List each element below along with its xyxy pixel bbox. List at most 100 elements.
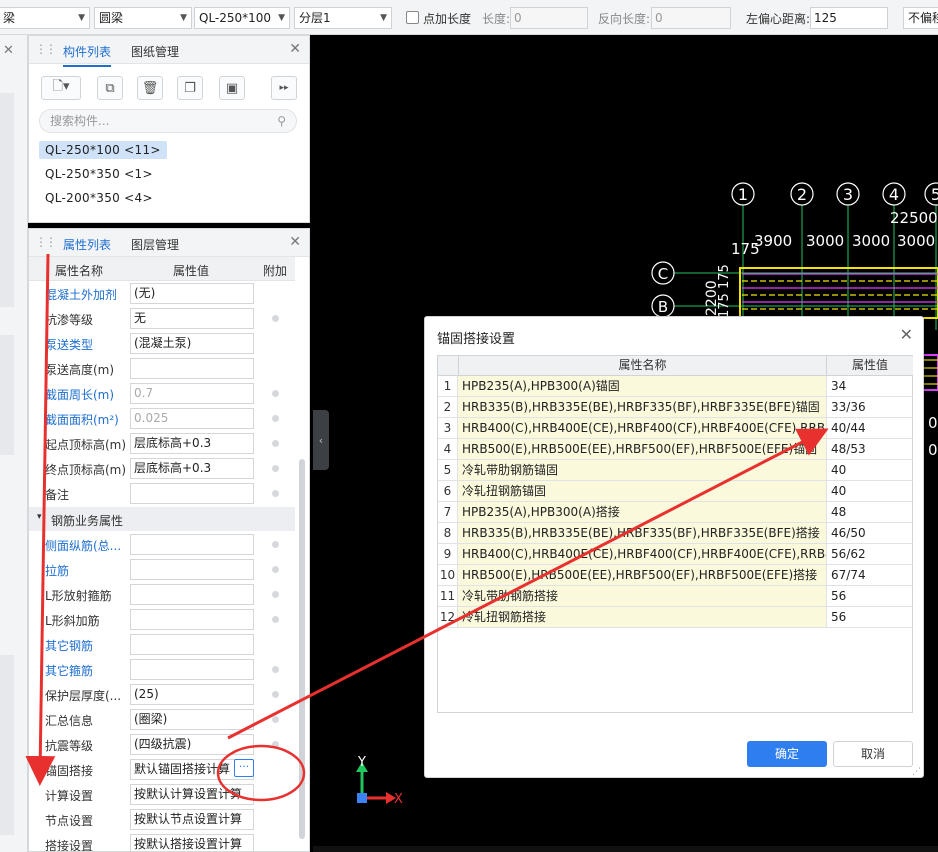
row-value[interactable]: 67/74 — [827, 565, 913, 586]
extra-radio[interactable] — [272, 390, 279, 397]
cancel-button[interactable]: 取消 — [833, 741, 913, 767]
property-row[interactable]: 抗渗等级 无 — [29, 306, 295, 331]
property-row[interactable]: 混凝土外加剂 (无) — [29, 281, 295, 306]
row-value[interactable]: 34 — [827, 376, 913, 397]
tab-layer-management[interactable]: 图层管理 — [131, 236, 179, 253]
property-row[interactable]: 其它箍筋 — [29, 657, 295, 682]
left-offset-input[interactable]: 125 — [810, 7, 888, 29]
property-row[interactable]: 节点设置 按默认节点设置计算 — [29, 807, 295, 832]
extra-radio[interactable] — [272, 465, 279, 472]
close-icon[interactable]: ✕ — [3, 43, 14, 58]
property-row[interactable]: L形放射箍筋 — [29, 582, 295, 607]
property-value-input[interactable]: (圈梁) — [130, 709, 254, 730]
property-row[interactable]: 其它钢筋 — [29, 632, 295, 657]
close-icon[interactable]: ✕ — [900, 325, 913, 344]
property-row[interactable]: 终点顶标高(m) 层底标高+0.3 — [29, 456, 295, 481]
new-component-button[interactable]: 🗋▾ — [41, 76, 81, 100]
property-row[interactable]: L形斜加筋 — [29, 607, 295, 632]
delete-button[interactable]: 🗑 — [137, 76, 163, 100]
property-value-input[interactable] — [130, 584, 254, 605]
row-value[interactable]: 48 — [827, 502, 913, 523]
type-select[interactable]: 梁 ▼ — [0, 7, 90, 29]
row-value[interactable]: 40 — [827, 481, 913, 502]
property-value-input[interactable]: 按默认搭接设置计算 — [130, 834, 254, 851]
property-row[interactable]: 锚固搭接 默认锚固搭接计算 — [29, 757, 295, 782]
more-button[interactable]: ▸▸ — [271, 76, 297, 100]
property-value-input[interactable] — [130, 609, 254, 630]
anchor-table-row[interactable]: 6 冷轧扭钢筋锚固 40 — [438, 481, 914, 502]
row-value[interactable]: 40 — [827, 460, 913, 481]
property-value-input[interactable] — [130, 659, 254, 680]
anchor-table-row[interactable]: 4 HRB500(E),HRB500E(EE),HRBF500(EF),HRBF5… — [438, 439, 914, 460]
property-row[interactable]: 搭接设置 按默认搭接设置计算 — [29, 832, 295, 851]
property-row[interactable]: 计算设置 按默认计算设置计算 — [29, 782, 295, 807]
anchor-table-row[interactable]: 3 HRB400(C),HRB400E(CE),HRBF400(CF),HRBF4… — [438, 418, 914, 439]
anchor-table-row[interactable]: 5 冷轧带肋钢筋锚固 40 — [438, 460, 914, 481]
collapse-panel-button[interactable]: ‹ — [313, 410, 329, 470]
property-value-input[interactable]: 层底标高+0.3 — [130, 433, 254, 454]
extra-radio[interactable] — [272, 415, 279, 422]
property-row[interactable]: 起点顶标高(m) 层底标高+0.3 — [29, 431, 295, 456]
property-value-input[interactable]: (无) — [130, 283, 254, 304]
extra-radio[interactable] — [272, 541, 279, 548]
property-value-input[interactable]: 0.7 — [130, 383, 254, 404]
resize-grip-icon[interactable]: ⋰ — [912, 767, 921, 777]
duplicate-layer-button[interactable]: ❐ — [177, 76, 203, 100]
property-value-input[interactable] — [130, 634, 254, 655]
anchor-table-row[interactable]: 2 HRB335(B),HRB335E(BE),HRBF335(BF),HRBF3… — [438, 397, 914, 418]
member-select[interactable]: QL-250*100 ▼ — [194, 7, 290, 29]
row-value[interactable]: 46/50 — [827, 523, 913, 544]
property-row[interactable]: 抗震等级 (四级抗震) — [29, 732, 295, 757]
anchor-table-row[interactable]: 1 HPB235(A),HPB300(A)锚固 34 — [438, 376, 914, 397]
extra-radio[interactable] — [272, 616, 279, 623]
extra-radio[interactable] — [272, 691, 279, 698]
anchor-table-row[interactable]: 9 HRB400(C),HRB400E(CE),HRBF400(CF),HRBF4… — [438, 544, 914, 565]
layer-select[interactable]: 分层1 ▼ — [294, 7, 392, 29]
property-row[interactable]: 汇总信息 (圈梁) — [29, 707, 295, 732]
anchor-table-row[interactable]: 7 HPB235(A),HPB300(A)搭接 48 — [438, 502, 914, 523]
property-value-input[interactable]: 无 — [130, 308, 254, 329]
reverse-length-input[interactable]: 0 — [651, 7, 731, 29]
component-item[interactable]: QL-250*350 <1> — [39, 165, 159, 183]
row-value[interactable]: 56/62 — [827, 544, 913, 565]
extra-radio[interactable] — [272, 591, 279, 598]
property-row[interactable]: 保护层厚度(... (25) — [29, 682, 295, 707]
search-input[interactable]: 搜索构件... ⚲ — [39, 109, 297, 133]
property-value-input[interactable]: 按默认节点设置计算 — [130, 809, 254, 830]
row-value[interactable]: 48/53 — [827, 439, 913, 460]
anchor-table-row[interactable]: 8 HRB335(B),HRB335E(BE),HRBF335(BF),HRBF3… — [438, 523, 914, 544]
scrollbar[interactable] — [299, 459, 305, 839]
ok-button[interactable]: 确定 — [747, 741, 827, 767]
property-value-input[interactable]: (四级抗震) — [130, 734, 254, 755]
component-item[interactable]: QL-250*100 <11> — [39, 141, 167, 159]
property-row[interactable]: 泵送高度(m) — [29, 356, 295, 381]
point-length-checkbox[interactable] — [406, 11, 419, 24]
anchor-table-row[interactable]: 10 HRB500(E),HRB500E(EE),HRBF500(EF),HRBF… — [438, 565, 914, 586]
row-value[interactable]: 40/44 — [827, 418, 913, 439]
length-input[interactable]: 0 — [510, 7, 588, 29]
tab-property-list[interactable]: 属性列表 — [63, 236, 112, 260]
row-value[interactable]: 56 — [827, 607, 913, 628]
property-value-input[interactable]: 0.025 — [130, 408, 254, 429]
property-row[interactable]: 泵送类型 (混凝土泵) — [29, 331, 295, 356]
subtype-select[interactable]: 圆梁 ▼ — [94, 7, 192, 29]
component-item[interactable]: QL-200*350 <4> — [39, 189, 159, 207]
close-icon[interactable]: ✕ — [289, 234, 301, 250]
property-row[interactable]: 拉筋 — [29, 557, 295, 582]
row-value[interactable]: 33/36 — [827, 397, 913, 418]
copy-button[interactable]: ⧉ — [97, 76, 123, 100]
property-value-input[interactable]: (25) — [130, 684, 254, 705]
extra-radio[interactable] — [272, 440, 279, 447]
save-button[interactable]: ▣ — [219, 76, 245, 100]
property-row[interactable]: 备注 — [29, 481, 295, 506]
property-value-input[interactable] — [130, 534, 254, 555]
tab-drawing-management[interactable]: 图纸管理 — [131, 43, 179, 60]
extra-radio[interactable] — [272, 666, 279, 673]
extra-radio[interactable] — [272, 315, 279, 322]
rebar-group-header[interactable]: ▾ 钢筋业务属性 — [29, 507, 295, 531]
row-value[interactable]: 56 — [827, 586, 913, 607]
extra-radio[interactable] — [272, 716, 279, 723]
anchor-table-row[interactable]: 11 冷轧带肋钢筋搭接 56 — [438, 586, 914, 607]
property-value-input[interactable] — [130, 559, 254, 580]
anchor-table-row[interactable]: 12 冷轧扭钢筋搭接 56 — [438, 607, 914, 628]
